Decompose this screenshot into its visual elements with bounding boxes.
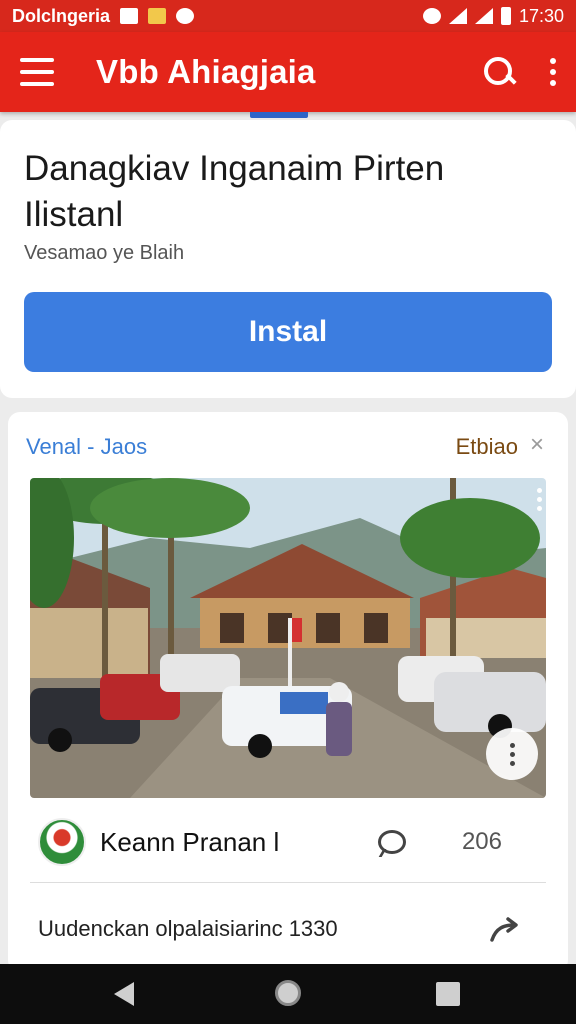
share-icon[interactable]: [488, 916, 522, 944]
wifi-icon: [448, 8, 467, 24]
avatar[interactable]: [38, 818, 86, 866]
village-scene-image: [30, 478, 546, 798]
nav-bar: [0, 964, 576, 1024]
comment-count: 206: [461, 828, 502, 855]
install-headline: Danagkiav Inganaim Pirten Ilistanl: [24, 149, 445, 234]
app-title: Vbb Ahiagjaia: [96, 53, 316, 90]
alarm-icon: [422, 8, 441, 24]
install-subtitle: Vesamao ye Blaih: [24, 242, 185, 264]
photo-more-icon[interactable]: [537, 488, 542, 511]
close-icon[interactable]: ×: [526, 433, 548, 457]
install-button[interactable]: Instal: [24, 292, 552, 372]
status-app-name: Dolclngeria: [12, 5, 111, 26]
post-photo[interactable]: [30, 478, 546, 798]
tab-indicator: [250, 112, 308, 118]
back-icon[interactable]: [114, 982, 134, 1006]
search-icon[interactable]: [482, 55, 516, 89]
photo-options-button[interactable]: [486, 728, 538, 780]
battery-icon: [500, 7, 511, 25]
recents-icon[interactable]: [436, 982, 460, 1006]
post-caption: Uudenckan olpalaisiarinc 1330: [38, 916, 338, 941]
overflow-menu-icon[interactable]: [550, 58, 556, 86]
app-bar: Vbb Ahiagjaia: [0, 32, 576, 112]
author-name[interactable]: Keann Pranan l: [100, 827, 279, 858]
post-card: Venal - Jaos Etbiao × Keann Pranan l 206…: [8, 412, 568, 972]
camera-icon: [176, 8, 195, 24]
install-card: Danagkiav Inganaim Pirten Ilistanl Vesam…: [0, 120, 576, 398]
menu-icon[interactable]: [20, 58, 54, 86]
home-icon[interactable]: [275, 980, 301, 1006]
status-bar: Dolclngeria 17:30: [0, 0, 576, 32]
post-brand: Etbiao: [455, 434, 518, 459]
signal-icon: [474, 8, 493, 24]
divider: [30, 882, 546, 883]
comment-icon[interactable]: [377, 830, 406, 854]
post-tag[interactable]: Venal - Jaos: [26, 434, 147, 460]
status-time: 17:30: [518, 5, 564, 26]
mail-icon: [120, 8, 139, 24]
author-row: Keann Pranan l 206: [38, 812, 538, 872]
notification-icon: [148, 8, 167, 24]
